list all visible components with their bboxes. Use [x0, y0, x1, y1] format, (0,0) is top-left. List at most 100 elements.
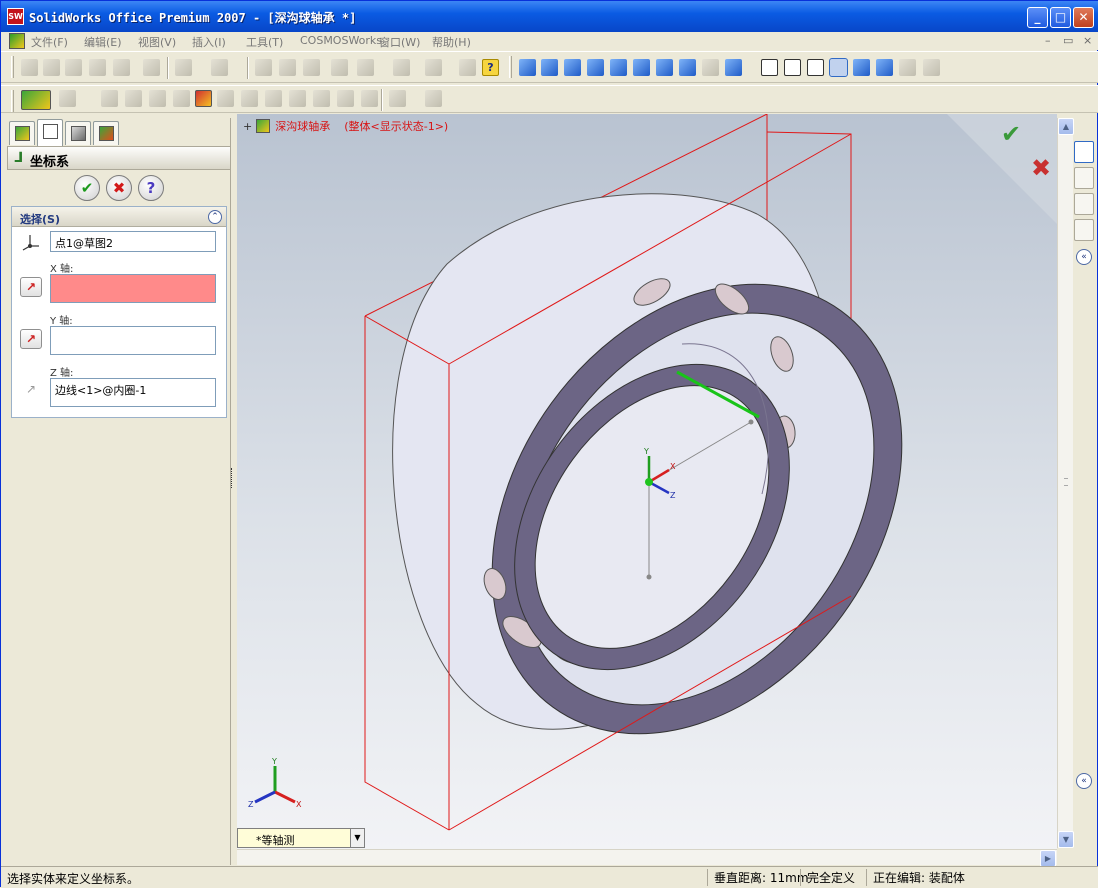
previous-view-icon[interactable] [519, 59, 536, 76]
menu-window[interactable]: 窗口(W) [379, 34, 420, 50]
explode-line-sketch-icon[interactable] [337, 90, 354, 107]
scroll-down-button[interactable]: ▼ [1058, 831, 1074, 848]
collapse-icon[interactable]: ⌃ [208, 210, 222, 224]
file-properties-icon[interactable] [331, 59, 348, 76]
interference-detection-icon[interactable] [361, 90, 378, 107]
hidden-lines-visible-icon[interactable] [784, 59, 801, 76]
new-icon[interactable] [21, 59, 38, 76]
minimize-button[interactable]: _ [1027, 7, 1048, 28]
expand-task-pane-bottom-icon[interactable]: « [1076, 773, 1092, 789]
make-drawing-icon[interactable] [113, 59, 130, 76]
menu-insert[interactable]: 插入(I) [192, 34, 226, 50]
reverse-x-direction-button[interactable]: ↗ [20, 277, 42, 297]
mdi-minimize-button[interactable]: – [1045, 34, 1051, 47]
realview-icon[interactable] [923, 59, 940, 76]
wireframe-icon[interactable] [761, 59, 778, 76]
task-pane-search-icon[interactable] [1074, 193, 1094, 215]
toolbar-grip[interactable] [11, 56, 14, 78]
origin-field[interactable]: 点1@草图2 [50, 231, 216, 252]
view-orientation-icon[interactable] [725, 59, 742, 76]
chevron-down-icon[interactable]: ▼ [350, 829, 364, 847]
save-icon[interactable] [65, 59, 82, 76]
confirm-cancel-icon[interactable]: ✖ [1031, 154, 1051, 182]
physical-dynamics-icon[interactable] [389, 90, 406, 107]
bearing-model[interactable]: Y X Z Y X Z [237, 114, 1057, 851]
rotate-view-icon[interactable] [656, 59, 673, 76]
assembly-doc-icon[interactable] [9, 33, 25, 49]
task-pane-resources-icon[interactable] [1074, 167, 1094, 189]
select-filter-icon[interactable] [279, 59, 296, 76]
linear-pattern-icon[interactable] [125, 90, 142, 107]
expand-task-pane-icon[interactable]: « [1076, 249, 1092, 265]
exploded-view-icon[interactable] [313, 90, 330, 107]
close-button[interactable]: ✕ [1073, 7, 1094, 28]
z-axis-field[interactable]: 边线<1>@内圈-1 [50, 378, 216, 407]
selection-group-header[interactable]: 选择(S) ⌃ [12, 207, 226, 227]
hidden-lines-removed-icon[interactable] [807, 59, 824, 76]
tab-cosmos-manager[interactable] [93, 121, 119, 145]
cancel-button[interactable]: ✖ [106, 175, 132, 201]
print-preview-icon[interactable] [143, 59, 160, 76]
x-axis-field[interactable] [50, 274, 216, 303]
smart-fasteners-icon[interactable] [149, 90, 166, 107]
zoom-to-fit-icon[interactable] [541, 59, 558, 76]
reference-geometry-icon[interactable] [241, 90, 258, 107]
3d-drawing-view-icon[interactable] [702, 59, 719, 76]
menu-edit[interactable]: 编辑(E) [84, 34, 122, 50]
vertical-scrollbar[interactable]: ▲ ▼ [1057, 118, 1074, 848]
menu-cosmosworks[interactable]: COSMOSWorks [300, 34, 382, 47]
pan-icon[interactable] [679, 59, 696, 76]
maximize-button[interactable]: □ [1050, 7, 1071, 28]
menu-tools[interactable]: 工具(T) [246, 34, 283, 50]
new-motion-study-icon[interactable] [265, 90, 282, 107]
horizontal-scrollbar[interactable]: ▶ [237, 849, 1057, 867]
assembly-component-icon[interactable] [425, 59, 442, 76]
mdi-close-button[interactable]: × [1083, 34, 1092, 47]
move-component-icon[interactable] [173, 90, 190, 107]
open-icon[interactable] [43, 59, 60, 76]
task-pane-home-icon[interactable] [1074, 141, 1094, 163]
menu-file[interactable]: 文件(F) [31, 34, 68, 50]
tab-feature-tree[interactable] [9, 121, 35, 145]
tab-property-manager[interactable] [37, 119, 63, 146]
view-orientation-select[interactable]: *等轴测 ▼ [237, 828, 365, 848]
panel-splitter[interactable] [231, 468, 235, 488]
zoom-to-selection-icon[interactable] [610, 59, 627, 76]
mdi-restore-button[interactable]: ▭ [1063, 34, 1073, 47]
scroll-right-button[interactable]: ▶ [1040, 850, 1056, 867]
section-view-icon[interactable] [899, 59, 916, 76]
ok-button[interactable]: ✔ [74, 175, 100, 201]
zoom-to-area-icon[interactable] [564, 59, 581, 76]
print-icon[interactable] [89, 59, 106, 76]
options-icon[interactable] [357, 59, 374, 76]
3d-instant-icon[interactable] [393, 59, 410, 76]
undo-icon[interactable] [175, 59, 192, 76]
menu-help[interactable]: 帮助(H) [432, 34, 471, 50]
scroll-up-button[interactable]: ▲ [1058, 118, 1074, 135]
assembly-features-icon[interactable] [217, 90, 234, 107]
zoom-in-out-icon[interactable] [587, 59, 604, 76]
insert-component-icon[interactable] [59, 90, 76, 107]
select-icon[interactable] [255, 59, 272, 76]
reverse-z-direction-button[interactable]: ↗ [20, 382, 42, 402]
reverse-y-direction-button[interactable]: ↗ [20, 329, 42, 349]
task-pane-library-icon[interactable] [1074, 219, 1094, 241]
help-icon[interactable]: ? [482, 59, 499, 76]
redo-icon[interactable] [211, 59, 228, 76]
bill-of-materials-icon[interactable] [289, 90, 306, 107]
menu-view[interactable]: 视图(V) [138, 34, 176, 50]
confirm-ok-icon[interactable]: ✔ [1001, 120, 1021, 148]
show-hidden-components-icon[interactable] [195, 90, 212, 107]
y-axis-field[interactable] [50, 326, 216, 355]
toolbar-grip[interactable] [11, 90, 14, 112]
mate-icon[interactable] [101, 90, 118, 107]
zoom-out-icon[interactable] [633, 59, 650, 76]
shadows-icon[interactable] [876, 59, 893, 76]
shaded-icon[interactable] [853, 59, 870, 76]
shaded-with-edges-icon[interactable] [829, 58, 848, 77]
toolbar-grip[interactable] [509, 56, 512, 78]
help-button[interactable]: ? [138, 175, 164, 201]
scroll-grip[interactable] [1064, 478, 1068, 486]
large-assembly-mode-icon[interactable] [425, 90, 442, 107]
tab-configuration-manager[interactable] [65, 121, 91, 145]
